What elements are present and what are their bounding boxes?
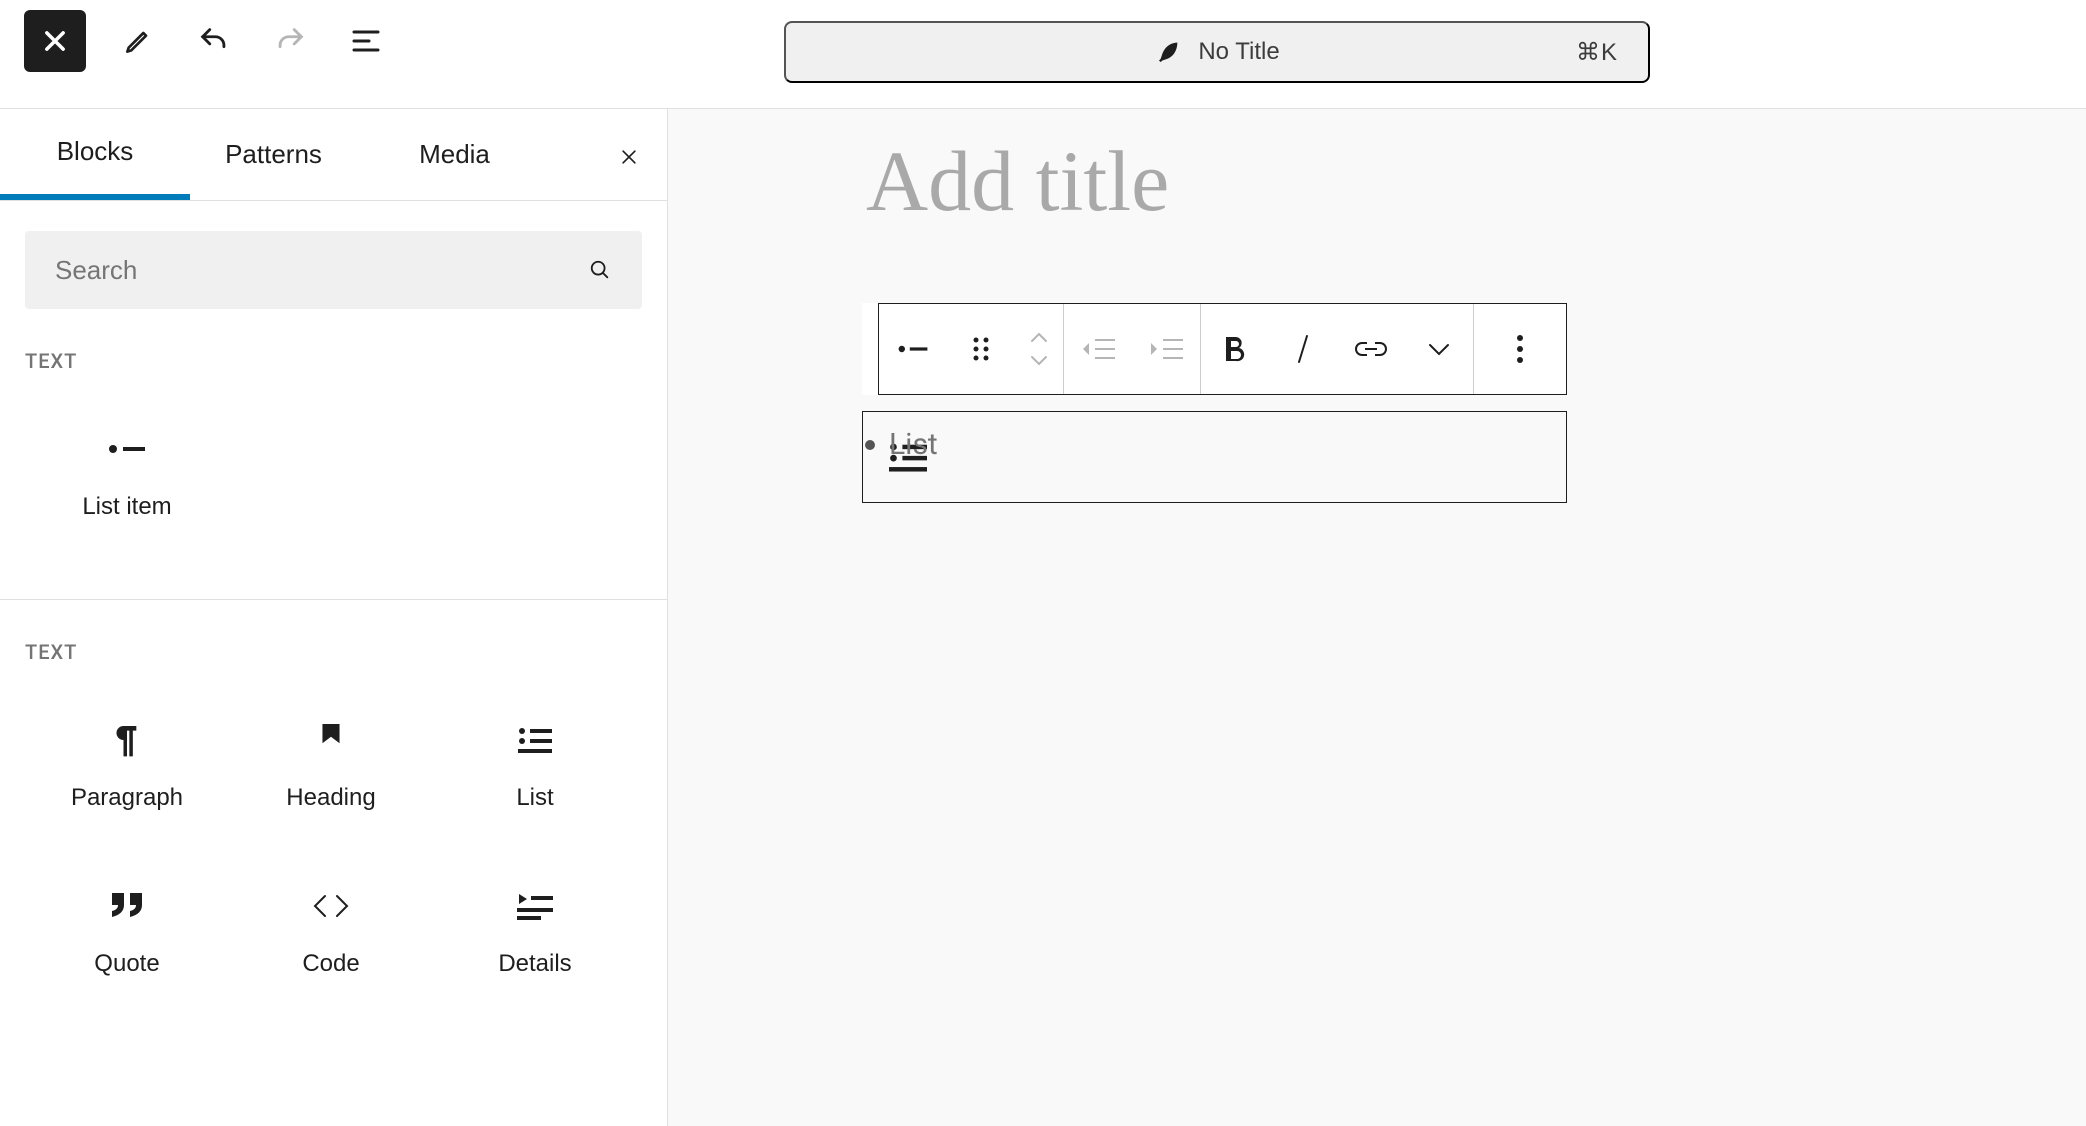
list-icon [515, 722, 555, 758]
block-label: Details [498, 950, 571, 978]
bullet-icon [865, 440, 875, 450]
details-icon [515, 888, 555, 924]
block-code[interactable]: Code [229, 850, 433, 1016]
more-rich-text-button[interactable] [1405, 304, 1473, 394]
feather-icon [1154, 38, 1182, 66]
bullet-icon [897, 342, 929, 356]
link-icon [1354, 340, 1388, 358]
block-list-item[interactable]: List item [25, 393, 229, 559]
block-options-button[interactable] [1474, 304, 1566, 394]
block-label: Code [302, 950, 359, 978]
list-item-placeholder[interactable]: List [889, 427, 938, 462]
close-editor-button[interactable] [24, 10, 86, 72]
block-label: List item [82, 493, 171, 521]
search-input[interactable] [25, 231, 642, 309]
document-title: No Title [1198, 38, 1279, 66]
code-icon [311, 888, 351, 924]
move-up-down-button [1015, 304, 1063, 394]
more-vertical-icon [1516, 334, 1524, 364]
close-icon [41, 27, 69, 55]
block-label: List [516, 784, 553, 812]
outdent-icon [1081, 336, 1115, 362]
block-heading[interactable]: Heading [229, 684, 433, 850]
link-button[interactable] [1337, 304, 1405, 394]
quote-icon [107, 888, 147, 924]
list-item-icon [107, 431, 147, 467]
close-inserter-button[interactable] [613, 141, 645, 173]
list-block-content[interactable]: List [865, 427, 938, 462]
undo-button[interactable] [190, 17, 238, 65]
block-paragraph[interactable]: Paragraph [25, 684, 229, 850]
editor-canvas[interactable]: Add title [668, 109, 2086, 1126]
tab-blocks[interactable]: Blocks [0, 109, 190, 200]
redo-icon [273, 24, 307, 58]
tab-media[interactable]: Media [357, 109, 552, 200]
bold-icon [1223, 335, 1247, 363]
outdent-button [1064, 304, 1132, 394]
document-overview-button[interactable] [342, 17, 390, 65]
tab-patterns[interactable]: Patterns [190, 109, 357, 200]
block-label: Heading [286, 784, 375, 812]
search-submit-button[interactable] [583, 253, 617, 287]
drag-icon [971, 335, 991, 363]
drag-handle-button[interactable] [947, 304, 1015, 394]
move-vertical-icon [1028, 329, 1050, 369]
heading-icon [311, 722, 351, 758]
category-heading: TEXT [0, 600, 667, 664]
close-icon [619, 144, 639, 170]
pencil-icon [122, 25, 154, 57]
italic-icon [1294, 334, 1312, 364]
indent-button [1132, 304, 1200, 394]
list-view-icon [348, 23, 384, 59]
italic-button[interactable] [1269, 304, 1337, 394]
paragraph-icon [107, 722, 147, 758]
undo-icon [197, 24, 231, 58]
chevron-down-icon [1427, 341, 1451, 357]
block-label: Quote [94, 950, 159, 978]
redo-button [266, 17, 314, 65]
block-list[interactable]: List [433, 684, 637, 850]
edit-tool-button[interactable] [114, 17, 162, 65]
block-inserter-panel: Blocks Patterns Media TEXT [0, 109, 668, 1126]
search-icon [589, 255, 611, 285]
category-heading: TEXT [0, 309, 667, 373]
bold-button[interactable] [1201, 304, 1269, 394]
block-toolbar [862, 303, 1567, 395]
indent-icon [1149, 336, 1183, 362]
document-title-bar[interactable]: No Title ⌘K [784, 21, 1650, 83]
block-quote[interactable]: Quote [25, 850, 229, 1016]
block-label: Paragraph [71, 784, 183, 812]
post-title-placeholder[interactable]: Add title [866, 131, 1169, 231]
command-shortcut: ⌘K [1576, 38, 1618, 67]
unordered-list-button[interactable] [879, 304, 947, 394]
block-details[interactable]: Details [433, 850, 637, 1016]
